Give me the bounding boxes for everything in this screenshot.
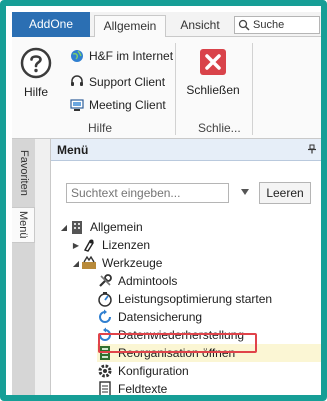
tree-item-label: Konfiguration — [118, 364, 189, 378]
close-button[interactable]: Schließen — [184, 47, 242, 97]
group-label-hilfe: Hilfe — [88, 121, 113, 135]
support-client-button[interactable]: Support Client — [70, 73, 165, 91]
chevron-down-icon[interactable] — [241, 189, 249, 195]
expanded-arrow-icon[interactable]: ◢ — [71, 259, 81, 268]
help-button-label: Hilfe — [23, 85, 48, 99]
menu-panel-header: Menü — [51, 139, 321, 161]
side-tab-menu[interactable]: Menü — [12, 207, 35, 243]
tree-item-label: Datensicherung — [118, 310, 203, 324]
tree-item-label: Reorganisation öffnen — [118, 346, 236, 360]
tree-item-admintools[interactable]: Admintools — [97, 272, 177, 290]
tree-item-reorganisation[interactable]: Reorganisation öffnen — [97, 344, 321, 362]
tree-item-label: Allgemein — [90, 220, 143, 234]
clear-search-button[interactable]: Leeren — [259, 182, 311, 204]
group-label-schliessen: Schlie... — [198, 121, 241, 135]
tree-item-konfiguration[interactable]: Konfiguration — [97, 362, 189, 380]
ribbon-panel: Hilfe H&F im Internet Support Client Mee… — [12, 37, 321, 139]
meeting-client-button[interactable]: Meeting Client — [70, 96, 166, 114]
reorganize-icon — [100, 346, 110, 360]
tree-item-label: Datenwiederherstellung — [118, 328, 245, 342]
close-button-label: Schließen — [186, 83, 240, 97]
tree-item-leistungsoptimierung[interactable]: Leistungsoptimierung starten — [97, 290, 272, 308]
tree-item-werkzeuge[interactable]: ◢ Werkzeuge — [71, 254, 162, 272]
ribbon-tab-bar: AddOne Allgemein Ansicht Suche — [12, 12, 321, 38]
tools-icon — [82, 255, 96, 269]
meeting-icon — [70, 99, 84, 111]
screenshot-frame: AddOne Allgemein Ansicht Suche Hilfe H&F… — [0, 0, 327, 401]
menu-search-input[interactable] — [66, 183, 229, 203]
help-icon — [20, 47, 52, 79]
tree-item-label: Admintools — [118, 274, 178, 288]
tab-allgemein[interactable]: Allgemein — [94, 15, 166, 38]
ribbon-search-box[interactable]: Suche — [234, 16, 320, 34]
tree-item-label: Werkzeuge — [102, 256, 163, 270]
tree-item-label: Leistungsoptimierung starten — [118, 292, 273, 306]
app-window: AddOne Allgemein Ansicht Suche Hilfe H&F… — [12, 12, 321, 395]
search-icon — [238, 19, 250, 31]
tree-item-feldtexte[interactable]: Feldtexte — [97, 380, 167, 395]
license-icon — [83, 239, 94, 252]
close-icon — [200, 49, 226, 75]
tree-item-label: Lizenzen — [102, 238, 151, 252]
tree-item-allgemein[interactable]: ◢ Allgemein — [59, 218, 143, 236]
hf-internet-button[interactable]: H&F im Internet — [70, 47, 173, 65]
expanded-arrow-icon[interactable]: ◢ — [59, 223, 69, 232]
support-client-label: Support Client — [89, 75, 166, 89]
wrench-icon — [99, 274, 112, 287]
document-icon — [99, 381, 111, 395]
collapsed-arrow-icon[interactable]: ▶ — [71, 241, 81, 250]
group-divider — [175, 43, 176, 135]
tree-item-label: Feldtexte — [118, 382, 168, 395]
tree-item-lizenzen[interactable]: ▶ Lizenzen — [71, 236, 150, 254]
group-divider — [252, 43, 253, 135]
side-tab-favoriten[interactable]: Favoriten — [12, 147, 35, 199]
restore-icon — [99, 327, 111, 341]
performance-icon — [98, 292, 112, 307]
help-button[interactable]: Hilfe — [14, 47, 58, 99]
tree-item-datenwiederherstellung[interactable]: Datenwiederherstellung — [97, 326, 244, 344]
search-label: Suche — [253, 19, 285, 31]
menu-panel-title: Menü — [57, 143, 89, 157]
tab-addone[interactable]: AddOne — [12, 12, 90, 37]
menu-panel: Menü Leeren ◢ Allgemein ▶ — [50, 139, 321, 395]
hf-internet-label: H&F im Internet — [89, 49, 174, 63]
tab-ansicht[interactable]: Ansicht — [172, 15, 228, 38]
pin-icon[interactable] — [307, 144, 317, 154]
gear-icon — [98, 364, 112, 378]
headset-icon — [71, 75, 83, 86]
globe-icon — [71, 50, 83, 62]
building-icon — [72, 221, 82, 234]
meeting-client-label: Meeting Client — [89, 98, 166, 112]
tree-item-datensicherung[interactable]: Datensicherung — [97, 308, 202, 326]
side-tab-strip: Favoriten Menü — [12, 139, 35, 395]
backup-icon — [99, 309, 111, 323]
